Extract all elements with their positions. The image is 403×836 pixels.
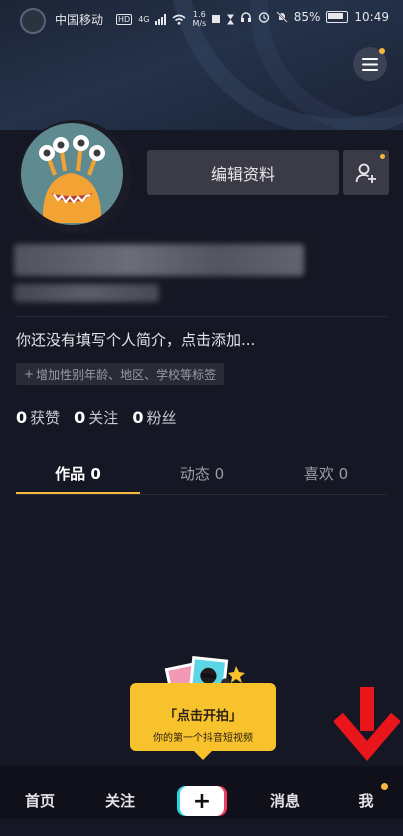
carrier-label: 中国移动 [55, 13, 104, 27]
clock: 10:49 [354, 10, 389, 24]
add-friend-button[interactable] [343, 150, 389, 195]
active-tab-indicator [16, 492, 140, 494]
headset-icon [240, 12, 251, 22]
divider [16, 316, 387, 317]
app-notification-icon [20, 8, 46, 34]
user-id-blurred [14, 284, 159, 302]
tab-moments[interactable]: 动态 0 [140, 460, 264, 496]
nav-me[interactable]: 我 [336, 766, 396, 819]
alarm-icon [258, 12, 269, 23]
battery-percent: 85% [293, 10, 321, 24]
edit-profile-button[interactable]: 编辑资料 [147, 150, 339, 195]
hourglass-icon [227, 14, 235, 24]
red-arrow-annotation [334, 687, 400, 762]
bottom-nav: 首页 关注 + 消息 我 [0, 766, 403, 819]
following-stat[interactable]: 0 关注 [74, 407, 118, 428]
stats-row: 0 获赞 0 关注 0 粉丝 [16, 407, 176, 428]
tab-divider [16, 494, 387, 495]
avatar[interactable] [18, 120, 132, 234]
username-blurred [14, 244, 304, 276]
nav-messages[interactable]: 消息 [255, 766, 315, 819]
status-bar: 中国移动 HD 4G 1.6 M/s 85% 10:49 [0, 0, 403, 36]
tab-works[interactable]: 作品 0 [16, 460, 140, 496]
create-video-button[interactable]: + [180, 786, 224, 816]
network-speed: 1.6 M/s [192, 10, 207, 28]
bubble-title: 「点击开拍」 [163, 709, 242, 724]
notification-icon [212, 15, 221, 23]
status-right: 85% 10:49 [240, 10, 389, 24]
nav-follow[interactable]: 关注 [90, 766, 150, 819]
add-tags-chip[interactable]: + 增加性别年龄、地区、学校等标签 [16, 363, 225, 385]
wifi-icon [172, 14, 186, 25]
followers-stat[interactable]: 0 粉丝 [132, 407, 176, 428]
plus-icon: + [192, 788, 212, 814]
likes-stat[interactable]: 0 获赞 [16, 407, 60, 428]
profile-tabs: 作品 0 动态 0 喜欢 0 [0, 460, 403, 496]
hamburger-icon [362, 57, 378, 71]
tab-likes[interactable]: 喜欢 0 [264, 460, 388, 496]
plus-icon: + [24, 367, 35, 381]
monster-avatar-icon [39, 135, 105, 223]
bubble-subtitle: 你的第一个抖音短视频 [153, 733, 253, 744]
nav-home[interactable]: 首页 [10, 766, 70, 819]
bio-text[interactable]: 你还没有填写个人简介，点击添加... [16, 329, 255, 350]
add-user-icon [355, 163, 376, 183]
tag-hint-label: 增加性别年龄、地区、学校等标签 [36, 367, 217, 382]
signal-icon [155, 13, 167, 25]
hd-badge: HD [116, 13, 133, 25]
network-type: 4G [138, 14, 150, 24]
notification-dot [381, 783, 388, 790]
network-indicators: HD 4G 1.6 M/s [116, 10, 235, 28]
menu-button[interactable] [353, 47, 387, 81]
battery-icon [326, 11, 349, 23]
notification-dot [380, 154, 385, 159]
notification-dot [379, 48, 385, 54]
shoot-prompt-bubble[interactable]: 「点击开拍」 你的第一个抖音短视频 [130, 683, 276, 760]
avatar-image [21, 123, 123, 225]
mute-icon [276, 11, 288, 23]
